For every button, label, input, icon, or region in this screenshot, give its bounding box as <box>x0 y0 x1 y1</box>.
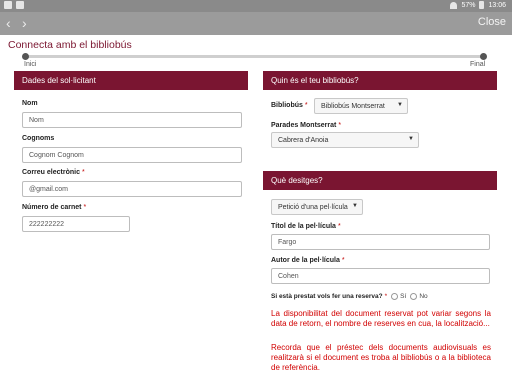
progress-end-dot <box>480 53 487 60</box>
chevron-down-icon: ▼ <box>408 136 414 142</box>
cognoms-input[interactable]: Cognom Cognom <box>22 147 242 163</box>
chevron-down-icon: ▼ <box>397 102 403 108</box>
status-bar: 57% 13:06 <box>0 0 512 12</box>
close-button[interactable]: Close <box>478 16 506 28</box>
clock: 13:06 <box>488 1 506 9</box>
carnet-label: Número de carnet * <box>22 204 87 211</box>
parades-select-value: Cabrera d'Anoia <box>278 137 329 144</box>
reserve-question-label: Si està prestat vols fer una reserva? <box>271 293 383 300</box>
carnet-input[interactable]: 222222222 <box>22 216 130 232</box>
reserve-yes-radio[interactable] <box>391 293 399 300</box>
required-marker: * <box>384 293 388 300</box>
progress-end-label: Final <box>470 61 486 68</box>
email-input[interactable]: @gmail.com <box>22 181 242 197</box>
titol-input[interactable]: Fargo <box>271 234 490 250</box>
nom-label: Nom <box>22 100 38 107</box>
chevron-down-icon: ▼ <box>352 203 358 209</box>
battery-percentage: 57% <box>461 1 476 9</box>
bibliobus-select-value: Bibliobús Montserrat <box>321 103 385 110</box>
applicant-panel-header: Dades del sol·licitant <box>14 71 248 90</box>
bibliobus-panel-header: Quin és el teu bibliobús? <box>263 71 497 90</box>
bibliobus-label: Bibliobús * <box>271 102 308 109</box>
download-notification-icon <box>16 1 24 9</box>
progress-start-label: Inici <box>24 61 37 68</box>
parades-select[interactable]: Cabrera d'Anoia ▼ <box>271 132 419 148</box>
reserve-no-radio[interactable] <box>410 293 418 300</box>
nom-input[interactable]: Nom <box>22 112 242 128</box>
back-button[interactable]: ‹ <box>6 14 11 32</box>
progress-start-dot <box>22 53 29 60</box>
cognoms-label: Cognoms <box>22 135 55 142</box>
page-title: Connecta amb el bibliobús <box>8 39 132 51</box>
wifi-icon <box>450 1 458 9</box>
autor-label: Autor de la pel·lícula * <box>271 257 345 264</box>
battery-icon <box>479 1 485 9</box>
browser-toolbar: ‹ › Close <box>0 12 512 35</box>
reserve-question: Si està prestat vols fer una reserva? * … <box>271 293 428 300</box>
progress-track <box>26 55 484 58</box>
availability-notice: La disponibilitat del document reservat … <box>271 309 491 328</box>
request-type-select[interactable]: Petició d'una pel·lícula ▼ <box>271 199 363 215</box>
parades-label: Parades Montserrat * <box>271 122 342 129</box>
autor-input[interactable]: Cohen <box>271 268 490 284</box>
titol-label: Títol de la pel·lícula * <box>271 223 341 230</box>
request-panel-header: Què desitges? <box>263 171 497 190</box>
request-type-value: Petició d'una pel·lícula <box>278 204 348 211</box>
bibliobus-select[interactable]: Bibliobús Montserrat ▼ <box>314 98 408 114</box>
email-label: Correu electrònic * <box>22 169 85 176</box>
loan-notice: Recorda que el préstec dels documents au… <box>271 343 491 372</box>
reserve-yes-label: Sí <box>400 293 407 300</box>
reserve-no-label: No <box>419 293 428 300</box>
image-notification-icon <box>4 1 12 9</box>
forward-button[interactable]: › <box>22 14 27 32</box>
